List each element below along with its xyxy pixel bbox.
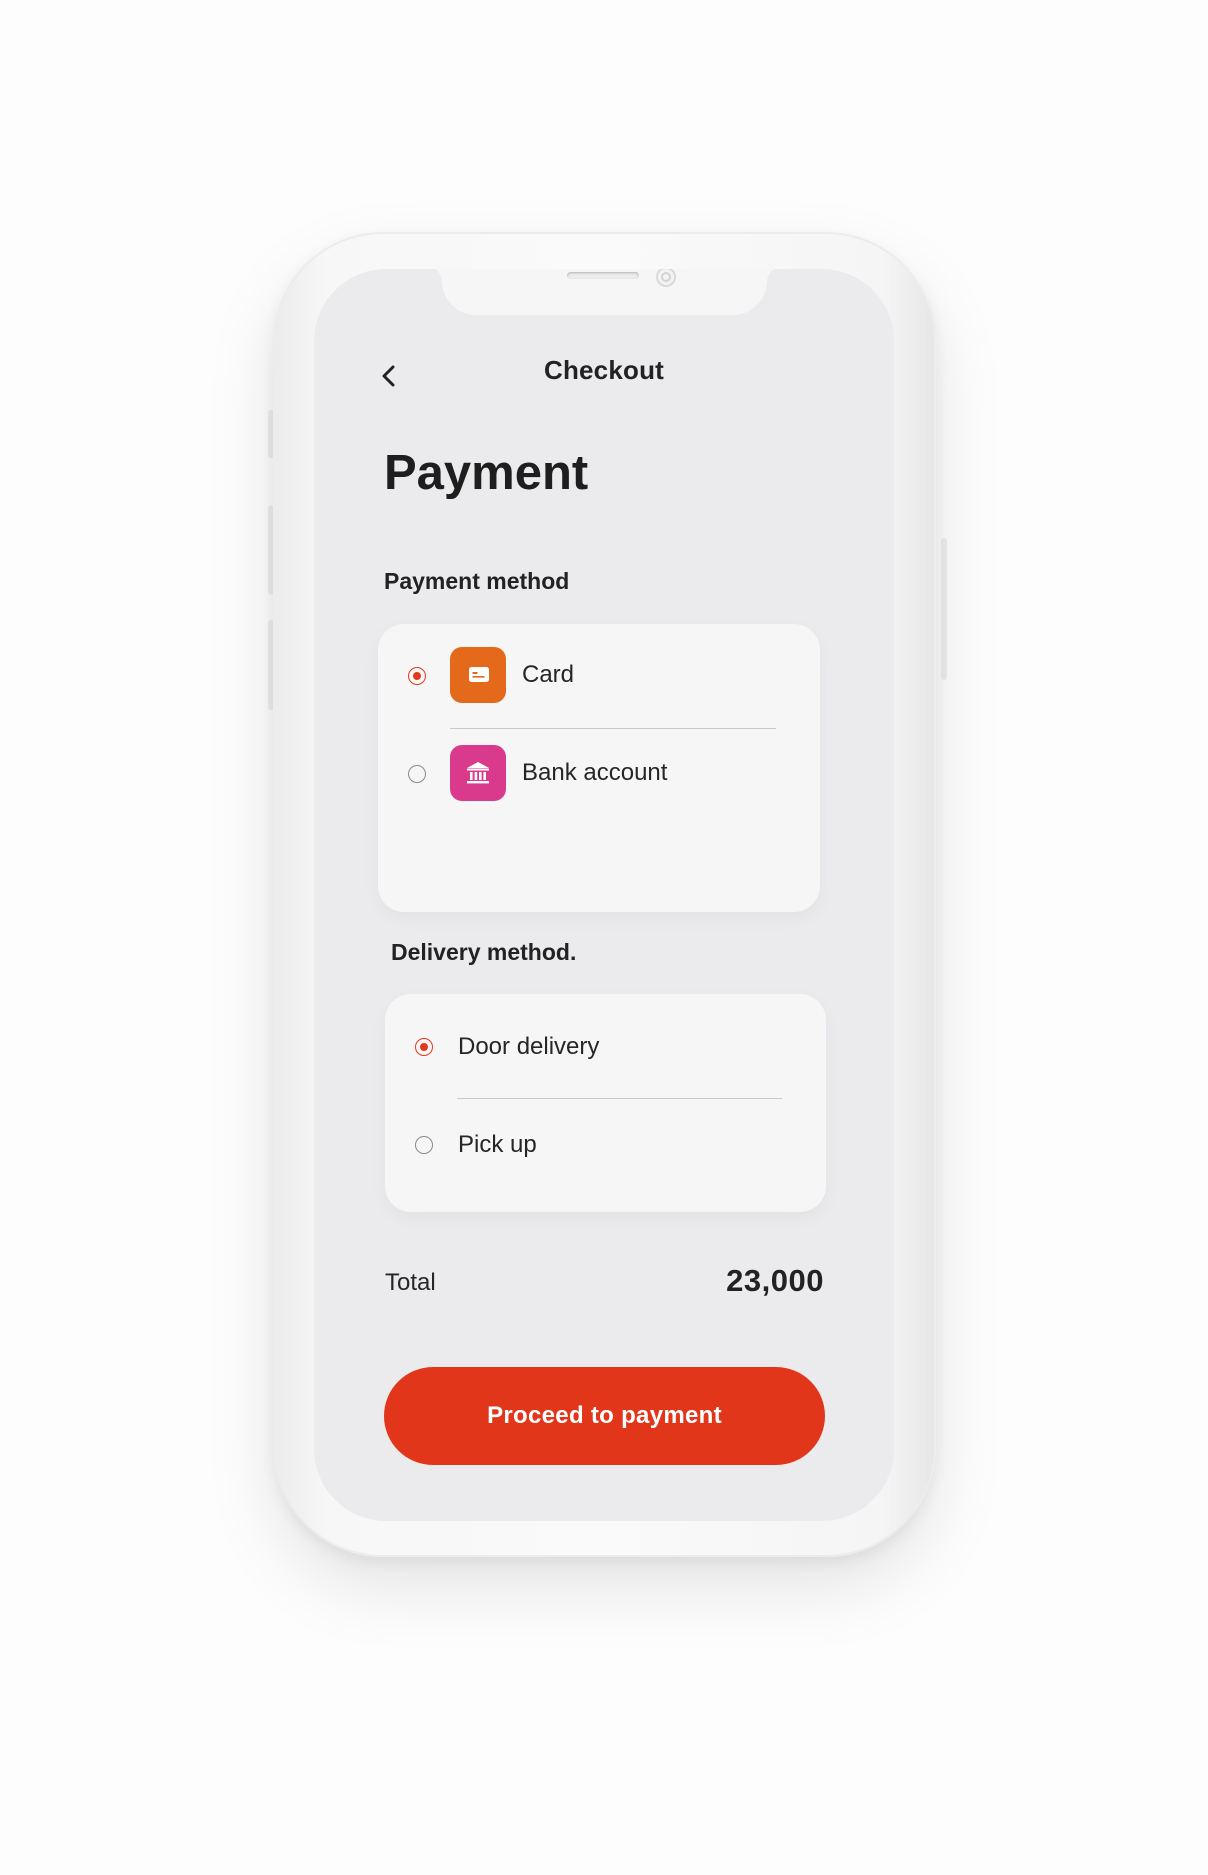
- bank-account-label: Bank account: [522, 759, 668, 786]
- proceed-to-payment-button[interactable]: Proceed to payment: [384, 1367, 825, 1465]
- bank-radio[interactable]: [408, 765, 426, 783]
- credit-card-icon: [469, 667, 489, 682]
- delivery-method-label: Delivery method.: [391, 939, 577, 965]
- bank-icon: [467, 762, 489, 784]
- delivery-method-card: Door delivery Pick up: [385, 994, 826, 1212]
- phone-screen: Checkout Payment Payment method Card Ban…: [314, 269, 894, 1521]
- notch: [428, 269, 781, 315]
- delivery-option-pickup[interactable]: Pick up: [385, 1117, 826, 1187]
- bank-icon-tile: [450, 745, 506, 801]
- payment-option-card[interactable]: Card: [378, 647, 820, 717]
- card-label: Card: [522, 661, 575, 688]
- nav-title: Checkout: [543, 355, 665, 385]
- payment-divider: [450, 728, 776, 729]
- payment-option-bank[interactable]: Bank account: [378, 745, 820, 815]
- door-delivery-label: Door delivery: [458, 1033, 600, 1060]
- delivery-divider: [457, 1098, 782, 1099]
- pick-up-label: Pick up: [458, 1131, 537, 1158]
- speaker-grille: [567, 272, 639, 279]
- total-label: Total: [385, 1269, 436, 1296]
- front-camera: [656, 269, 676, 287]
- payment-method-label: Payment method: [384, 568, 570, 594]
- payment-method-card: Card Bank account: [378, 624, 820, 912]
- delivery-option-door[interactable]: Door delivery: [385, 1019, 826, 1089]
- total-value: 23,000: [726, 1263, 824, 1298]
- power-button: [941, 538, 947, 680]
- card-radio[interactable]: [408, 667, 426, 685]
- card-icon-tile: [450, 647, 506, 703]
- page-title: Payment: [384, 446, 589, 500]
- door-delivery-radio[interactable]: [415, 1038, 433, 1056]
- pick-up-radio[interactable]: [415, 1136, 433, 1154]
